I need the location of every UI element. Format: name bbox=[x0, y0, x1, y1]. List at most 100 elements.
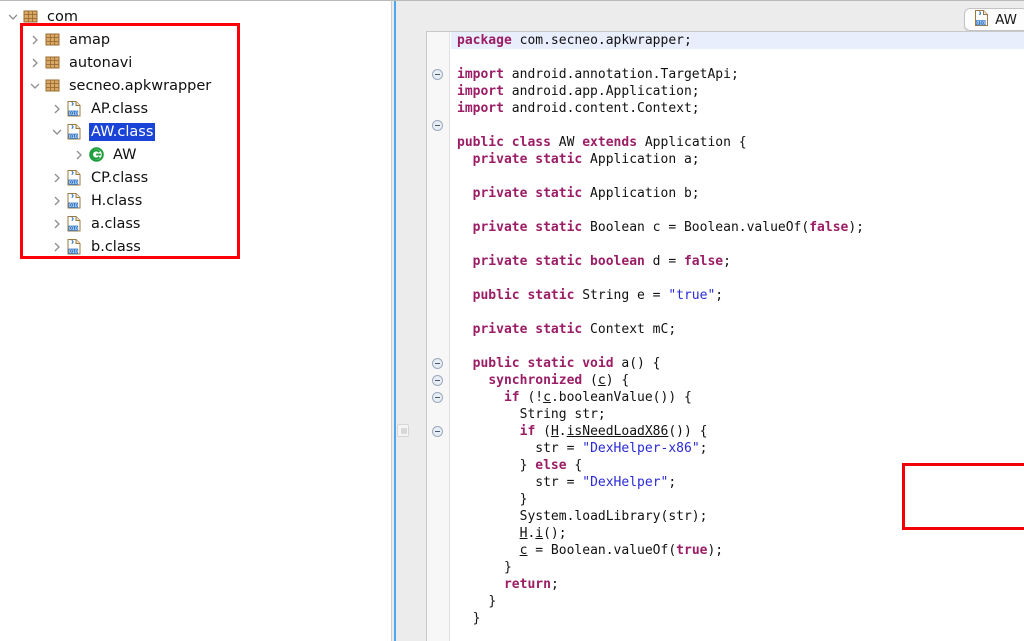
tree-item[interactable]: 010 b.class bbox=[0, 235, 391, 258]
code-line: str = "DexHelper-x86"; bbox=[451, 440, 1024, 457]
package-icon bbox=[43, 30, 62, 49]
code-line: import android.content.Context; bbox=[451, 100, 1024, 117]
tree-item-label: amap bbox=[69, 31, 111, 48]
code-token: (! bbox=[519, 390, 544, 405]
code-token: extends bbox=[582, 135, 638, 150]
chevron-down-icon[interactable] bbox=[26, 74, 43, 97]
code-line: import android.annotation.TargetApi; bbox=[451, 66, 1024, 83]
tree-item[interactable]: 010 AP.class bbox=[0, 97, 391, 120]
package-icon bbox=[43, 53, 62, 72]
code-token: ; bbox=[715, 288, 724, 303]
chevron-right-icon[interactable] bbox=[48, 97, 65, 120]
tree-item[interactable]: secneo.apkwrapper bbox=[0, 74, 391, 97]
code-token: Application a; bbox=[582, 152, 700, 167]
code-token: ; bbox=[550, 577, 559, 592]
chevron-right-icon[interactable] bbox=[26, 28, 43, 51]
code-token: System.loadLibrary(str); bbox=[519, 509, 708, 524]
chevron-right-icon[interactable] bbox=[48, 212, 65, 235]
code-fold-toggle[interactable] bbox=[432, 358, 443, 369]
code-token: import bbox=[457, 67, 504, 82]
code-token: a() { bbox=[613, 356, 661, 371]
code-fold-toggle[interactable] bbox=[432, 426, 443, 437]
code-token: private static boolean bbox=[472, 254, 645, 269]
chevron-right-icon[interactable] bbox=[48, 166, 65, 189]
code-token: AW bbox=[550, 135, 583, 150]
tree-item[interactable]: 010 H.class bbox=[0, 189, 391, 212]
svg-text:010: 010 bbox=[69, 203, 78, 209]
code-token: str = bbox=[535, 475, 583, 490]
chevron-right-icon[interactable] bbox=[48, 189, 65, 212]
code-line: } bbox=[451, 559, 1024, 576]
code-line: c = Boolean.valueOf(true); bbox=[451, 542, 1024, 559]
code-token: isNeedLoadX86 bbox=[566, 424, 669, 439]
code-token: private static bbox=[472, 322, 583, 337]
project-tree[interactable]: com amap autonavi secneo.apkwrapper 010 AP.cl… bbox=[0, 5, 391, 258]
code-token: synchronized bbox=[488, 373, 583, 388]
tree-item-label: com bbox=[47, 8, 78, 25]
chevron-right-icon[interactable] bbox=[26, 51, 43, 74]
code-token: if bbox=[519, 424, 536, 439]
tree-item-label: secneo.apkwrapper bbox=[69, 77, 212, 94]
tree-item[interactable]: 010 AW.class bbox=[0, 120, 391, 143]
code-fold-toggle[interactable] bbox=[432, 69, 443, 80]
code-line: H.i(); bbox=[451, 525, 1024, 542]
chevron-right-icon[interactable] bbox=[48, 235, 65, 258]
code-token: com.secneo.apkwrapper; bbox=[511, 33, 692, 48]
svg-text:010: 010 bbox=[69, 134, 78, 140]
code-token: .booleanValue()) { bbox=[550, 390, 692, 405]
tree-item-label: AW.class bbox=[89, 122, 156, 141]
tree-item[interactable]: autonavi bbox=[0, 51, 391, 74]
code-line: private static Boolean c = Boolean.value… bbox=[451, 219, 1024, 236]
code-line: return; bbox=[451, 576, 1024, 593]
package-icon bbox=[43, 76, 62, 95]
code-line: str = "DexHelper"; bbox=[451, 474, 1024, 491]
editor-tab-bar: 010 AW bbox=[412, 1, 1024, 31]
tree-item[interactable]: AW bbox=[0, 143, 391, 166]
chevron-down-icon[interactable] bbox=[4, 5, 21, 28]
editor-fold-gutter[interactable] bbox=[427, 32, 450, 641]
editor-tab-aw[interactable]: 010 AW bbox=[964, 8, 1024, 31]
code-token: Context mC; bbox=[582, 322, 677, 337]
code-line: System.loadLibrary(str); bbox=[451, 508, 1024, 525]
code-token: } bbox=[472, 611, 481, 626]
code-line: private static Application b; bbox=[451, 185, 1024, 202]
tree-item[interactable]: 010 CP.class bbox=[0, 166, 391, 189]
tree-item[interactable]: 010 a.class bbox=[0, 212, 391, 235]
tree-item[interactable]: amap bbox=[0, 28, 391, 51]
code-line: String str; bbox=[451, 406, 1024, 423]
package-icon bbox=[21, 7, 40, 26]
code-line: synchronized (c) { bbox=[451, 372, 1024, 389]
tree-item[interactable]: com bbox=[0, 5, 391, 28]
splitter-collapse-handle[interactable] bbox=[397, 424, 409, 437]
code-fold-toggle[interactable] bbox=[432, 120, 443, 131]
code-line: private static Context mC; bbox=[451, 321, 1024, 338]
code-token: ; bbox=[699, 441, 708, 456]
panel-splitter[interactable] bbox=[392, 0, 412, 641]
code-fold-toggle[interactable] bbox=[432, 392, 443, 403]
svg-text:010: 010 bbox=[977, 20, 986, 26]
code-token: android.content.Context; bbox=[503, 101, 700, 116]
code-fold-toggle[interactable] bbox=[432, 375, 443, 386]
code-line: } bbox=[451, 610, 1024, 627]
code-content[interactable]: package com.secneo.apkwrapper; import an… bbox=[451, 32, 1024, 641]
code-token: if bbox=[503, 390, 520, 405]
chevron-down-icon[interactable] bbox=[48, 120, 65, 143]
chevron-right-icon[interactable] bbox=[70, 143, 87, 166]
code-token: android.app.Application; bbox=[503, 84, 700, 99]
code-editor[interactable]: package com.secneo.apkwrapper; import an… bbox=[426, 31, 1024, 641]
